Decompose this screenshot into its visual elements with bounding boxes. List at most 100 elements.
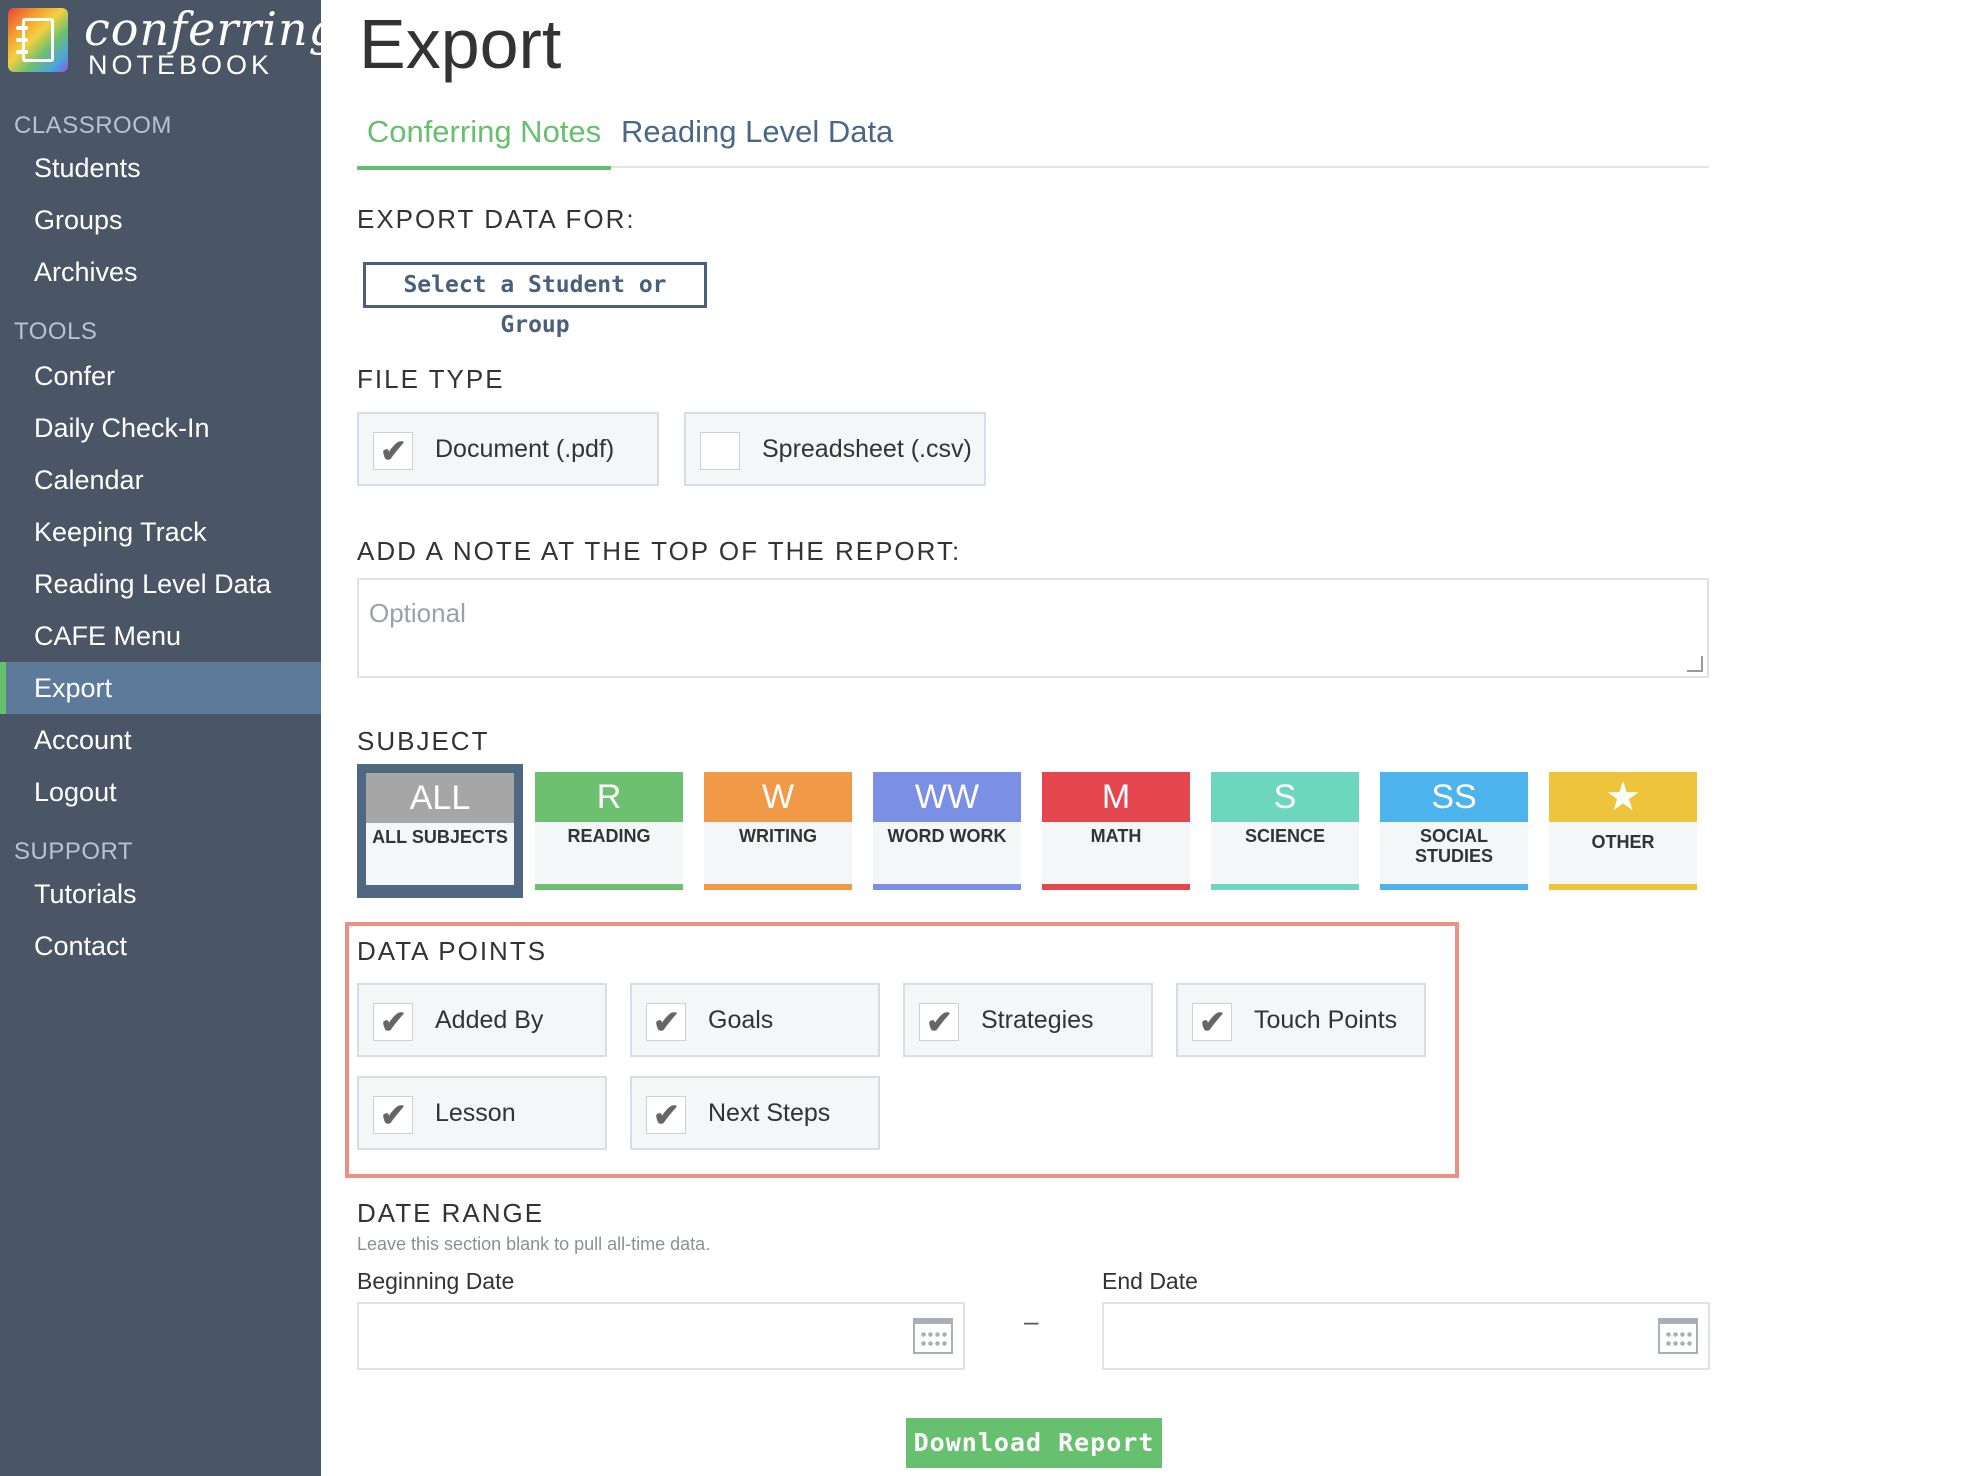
checkmark-icon: ✔ xyxy=(380,1097,407,1133)
sidebar-item-confer[interactable]: Confer xyxy=(0,350,321,402)
touch-points-checkbox[interactable]: ✔ xyxy=(1192,1003,1232,1041)
page-title: Export xyxy=(359,5,562,83)
sidebar-item-students[interactable]: Students xyxy=(0,142,321,194)
csv-option-label: Spreadsheet (.csv) xyxy=(762,435,972,463)
calendar-icon[interactable] xyxy=(913,1318,953,1354)
data-point-touch-points[interactable]: ✔ Touch Points xyxy=(1176,983,1426,1057)
file-type-csv-option[interactable]: Spreadsheet (.csv) xyxy=(684,412,986,486)
sidebar-item-groups[interactable]: Groups xyxy=(0,194,321,246)
touch-points-label: Touch Points xyxy=(1254,1006,1398,1034)
logo-text-top: conferring xyxy=(84,2,340,56)
sidebar-item-tutorials[interactable]: Tutorials xyxy=(0,868,321,920)
subject-social-studies-code: SS xyxy=(1380,772,1528,822)
tab-conferring-notes[interactable]: Conferring Notes xyxy=(357,110,611,170)
subject-other-band: ★ xyxy=(1549,772,1697,822)
csv-checkbox[interactable] xyxy=(700,432,740,470)
subject-all-code: ALL xyxy=(366,773,514,823)
subject-science-name: SCIENCE xyxy=(1244,826,1325,846)
date-range-separator: – xyxy=(1024,1306,1039,1336)
checkmark-icon: ✔ xyxy=(653,1097,680,1133)
select-student-or-group-button[interactable]: Select a Student or Group xyxy=(363,262,707,338)
next-steps-checkbox[interactable]: ✔ xyxy=(646,1096,686,1134)
lesson-label: Lesson xyxy=(435,1099,516,1127)
subject-math-name: MATH xyxy=(1090,826,1142,846)
subject-social-studies[interactable]: SS SOCIAL STUDIES xyxy=(1380,772,1528,890)
checkmark-icon: ✔ xyxy=(653,1004,680,1040)
subject-science-code: S xyxy=(1211,772,1359,822)
subject-word-work-name: WORD WORK xyxy=(887,826,1007,846)
date-range-hint: Leave this section blank to pull all-tim… xyxy=(357,1234,711,1254)
tab-reading-level-data[interactable]: Reading Level Data xyxy=(621,110,893,166)
subject-reading[interactable]: R READING xyxy=(535,772,683,890)
pdf-checkbox[interactable]: ✔ xyxy=(373,432,413,470)
end-date-label: End Date xyxy=(1102,1268,1198,1294)
goals-label: Goals xyxy=(708,1006,774,1034)
logo[interactable]: conferring NOTEBOOK xyxy=(8,2,338,80)
subject-other-name: OTHER xyxy=(1591,832,1655,852)
data-point-goals[interactable]: ✔ Goals xyxy=(630,983,880,1057)
sidebar-section-classroom: CLASSROOM xyxy=(14,112,172,139)
date-range-label: DATE RANGE xyxy=(357,1198,545,1228)
resize-handle[interactable] xyxy=(1687,656,1703,672)
sidebar-item-contact[interactable]: Contact xyxy=(0,920,321,972)
subject-math-code: M xyxy=(1042,772,1190,822)
subject-science[interactable]: S SCIENCE xyxy=(1211,772,1359,890)
subject-word-work[interactable]: WW WORD WORK xyxy=(873,772,1021,890)
sidebar-item-reading-level-data[interactable]: Reading Level Data xyxy=(0,558,321,610)
subject-writing-name: WRITING xyxy=(739,826,817,846)
checkmark-icon: ✔ xyxy=(926,1004,953,1040)
sidebar-item-logout[interactable]: Logout xyxy=(0,766,321,818)
added-by-label: Added By xyxy=(435,1006,544,1034)
export-for-label: EXPORT DATA FOR: xyxy=(357,204,636,234)
note-placeholder: Optional xyxy=(369,598,466,628)
sidebar-item-export[interactable]: Export xyxy=(0,662,321,714)
sidebar-item-keeping-track[interactable]: Keeping Track xyxy=(0,506,321,558)
sidebar-item-calendar[interactable]: Calendar xyxy=(0,454,321,506)
download-report-button[interactable]: Download Report xyxy=(906,1418,1162,1468)
calendar-icon[interactable] xyxy=(1658,1318,1698,1354)
strategies-label: Strategies xyxy=(981,1006,1094,1034)
checkmark-icon: ✔ xyxy=(380,1004,407,1040)
beginning-date-label: Beginning Date xyxy=(357,1268,515,1294)
data-point-next-steps[interactable]: ✔ Next Steps xyxy=(630,1076,880,1150)
sidebar-section-support: SUPPORT xyxy=(14,838,134,865)
subject-reading-code: R xyxy=(535,772,683,822)
file-type-label: FILE TYPE xyxy=(357,364,505,394)
beginning-date-input[interactable] xyxy=(357,1302,965,1370)
pdf-option-label: Document (.pdf) xyxy=(435,435,615,463)
strategies-checkbox[interactable]: ✔ xyxy=(919,1003,959,1041)
sidebar-item-archives[interactable]: Archives xyxy=(0,246,321,298)
next-steps-label: Next Steps xyxy=(708,1099,831,1127)
sidebar-item-daily-check-in[interactable]: Daily Check-In xyxy=(0,402,321,454)
subject-all[interactable]: ALL ALL SUBJECTS xyxy=(366,773,514,885)
sidebar: conferring NOTEBOOK CLASSROOM Students G… xyxy=(0,0,338,1476)
subject-reading-name: READING xyxy=(567,826,651,846)
main-content: Export Conferring Notes Reading Level Da… xyxy=(321,0,1978,1476)
note-label: ADD A NOTE AT THE TOP OF THE REPORT: xyxy=(357,536,962,566)
sidebar-section-tools: TOOLS xyxy=(14,318,98,345)
tab-bar: Conferring Notes Reading Level Data xyxy=(357,110,1709,170)
star-icon: ★ xyxy=(1605,775,1641,819)
checkmark-icon: ✔ xyxy=(380,433,407,469)
subject-all-name: ALL SUBJECTS xyxy=(372,827,508,847)
subject-writing[interactable]: W WRITING xyxy=(704,772,852,890)
end-date-input[interactable] xyxy=(1102,1302,1710,1370)
file-type-pdf-option[interactable]: ✔ Document (.pdf) xyxy=(357,412,659,486)
data-point-added-by[interactable]: ✔ Added By xyxy=(357,983,607,1057)
subject-label: SUBJECT xyxy=(357,726,490,756)
subject-math[interactable]: M MATH xyxy=(1042,772,1190,890)
data-point-strategies[interactable]: ✔ Strategies xyxy=(903,983,1153,1057)
checkmark-icon: ✔ xyxy=(1199,1004,1226,1040)
subject-other[interactable]: ★ OTHER xyxy=(1549,772,1697,890)
data-points-label: DATA POINTS xyxy=(357,936,548,966)
report-note-textarea[interactable]: Optional xyxy=(357,578,1709,678)
subject-writing-code: W xyxy=(704,772,852,822)
goals-checkbox[interactable]: ✔ xyxy=(646,1003,686,1041)
notebook-icon xyxy=(8,8,68,72)
subject-social-studies-name: SOCIAL STUDIES xyxy=(1414,826,1493,866)
sidebar-item-account[interactable]: Account xyxy=(0,714,321,766)
sidebar-item-cafe-menu[interactable]: CAFE Menu xyxy=(0,610,321,662)
added-by-checkbox[interactable]: ✔ xyxy=(373,1003,413,1041)
lesson-checkbox[interactable]: ✔ xyxy=(373,1096,413,1134)
data-point-lesson[interactable]: ✔ Lesson xyxy=(357,1076,607,1150)
